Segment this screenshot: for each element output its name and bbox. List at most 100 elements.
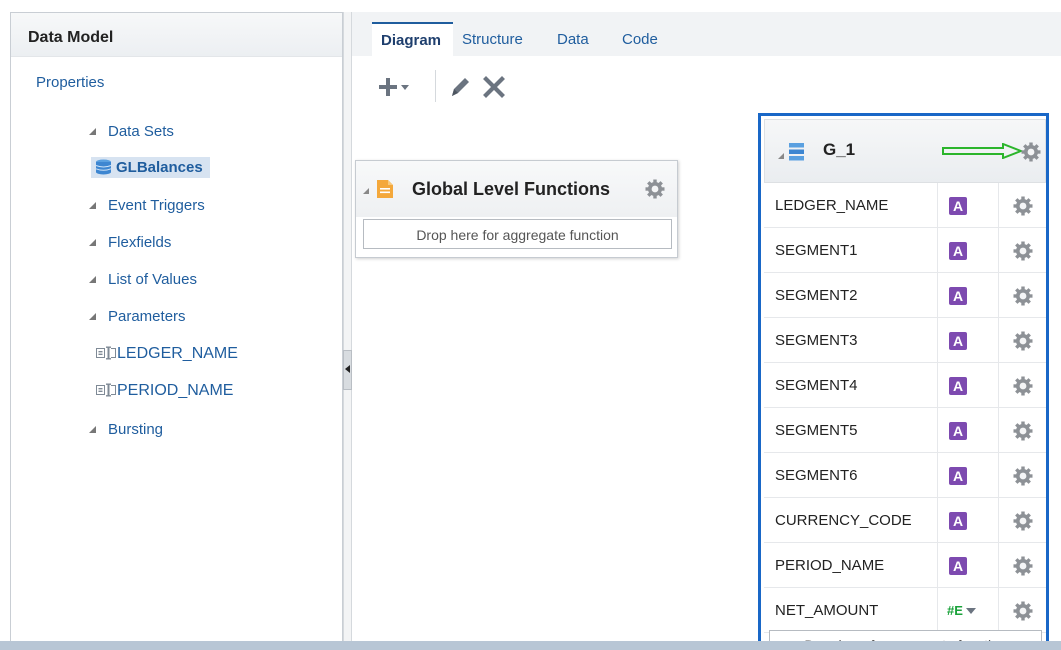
table-row[interactable]: SEGMENT3 A xyxy=(764,318,1046,363)
gear-icon[interactable] xyxy=(1013,421,1033,441)
tree-item-label: PERIOD_NAME xyxy=(117,382,234,399)
tab-diagram[interactable]: Diagram xyxy=(372,22,454,56)
group-title: G_1 xyxy=(823,140,856,159)
tree-item-parameters[interactable]: Parameters xyxy=(89,308,186,325)
gear-icon[interactable] xyxy=(1021,142,1041,162)
type-icon[interactable]: A xyxy=(949,242,967,260)
tree-item-label: Data Sets xyxy=(108,123,174,140)
parameter-icon xyxy=(96,346,116,360)
table-row[interactable]: CURRENCY_CODE A xyxy=(764,498,1046,543)
cell-divider xyxy=(998,273,999,318)
gear-icon[interactable] xyxy=(1013,601,1033,621)
expand-triangle-icon[interactable] xyxy=(89,128,96,135)
expand-triangle-icon[interactable] xyxy=(89,313,96,320)
gear-icon[interactable] xyxy=(1013,511,1033,531)
tree-item-glbalances[interactable]: GLBalances xyxy=(91,157,210,178)
table-row[interactable]: NET_AMOUNT #E xyxy=(764,588,1046,633)
tree-item-param-period-name[interactable]: PERIOD_NAME xyxy=(96,382,233,400)
number-type-dropdown[interactable]: #E xyxy=(947,603,976,621)
type-icon[interactable]: A xyxy=(949,287,967,305)
type-icon[interactable]: A xyxy=(949,422,967,440)
tab-bar: Diagram Structure Data Code xyxy=(352,12,1061,56)
group-icon xyxy=(789,143,804,161)
expand-triangle-icon[interactable] xyxy=(778,153,784,159)
tree-item-param-ledger-name[interactable]: LEDGER_NAME xyxy=(96,345,238,363)
cell-divider xyxy=(937,543,938,588)
tab-code[interactable]: Code xyxy=(622,22,658,56)
table-row[interactable]: SEGMENT5 A xyxy=(764,408,1046,453)
group-g1-box[interactable]: G_1 LEDGER_NAME A SEGMENT1 A SEGMENT2 A xyxy=(758,113,1049,650)
cell-divider xyxy=(937,273,938,318)
tree-item-data-sets[interactable]: Data Sets xyxy=(89,123,174,140)
tree-item-label: GLBalances xyxy=(116,159,203,176)
table-row[interactable]: LEDGER_NAME A xyxy=(764,183,1046,228)
gear-icon[interactable] xyxy=(1013,376,1033,396)
type-icon[interactable]: A xyxy=(949,557,967,575)
column-name: LEDGER_NAME xyxy=(775,197,889,214)
properties-link[interactable]: Properties xyxy=(36,74,104,91)
tree-item-event-triggers[interactable]: Event Triggers xyxy=(89,197,205,214)
expand-triangle-icon[interactable] xyxy=(363,188,369,194)
collapse-panel-handle[interactable] xyxy=(343,350,352,390)
tab-structure[interactable]: Structure xyxy=(462,22,523,56)
cell-divider xyxy=(998,543,999,588)
table-row[interactable]: PERIOD_NAME A xyxy=(764,543,1046,588)
expand-triangle-icon[interactable] xyxy=(89,202,96,209)
global-level-functions-box[interactable]: Global Level Functions Drop here for agg… xyxy=(355,160,678,258)
expand-triangle-icon[interactable] xyxy=(89,276,96,283)
gear-icon[interactable] xyxy=(1013,286,1033,306)
column-name: CURRENCY_CODE xyxy=(775,512,912,529)
type-icon[interactable]: A xyxy=(949,512,967,530)
pencil-icon xyxy=(452,78,469,96)
bottom-band xyxy=(0,641,1061,650)
green-arrow-icon xyxy=(942,143,1023,159)
type-icon[interactable]: A xyxy=(949,197,967,215)
expand-triangle-icon[interactable] xyxy=(89,426,96,433)
gear-icon[interactable] xyxy=(1013,556,1033,576)
cell-divider xyxy=(998,363,999,408)
panel-title: Data Model xyxy=(11,13,342,57)
document-icon xyxy=(377,180,393,198)
cell-divider xyxy=(937,498,938,543)
chevron-down-icon xyxy=(965,608,976,614)
tree-item-label: List of Values xyxy=(108,271,197,288)
database-icon xyxy=(95,159,112,175)
tree-item-bursting[interactable]: Bursting xyxy=(89,421,163,438)
cell-divider xyxy=(937,318,938,363)
gear-icon[interactable] xyxy=(1013,241,1033,261)
edit-button[interactable] xyxy=(448,74,472,100)
table-row[interactable]: SEGMENT6 A xyxy=(764,453,1046,498)
data-model-panel: Data Model xyxy=(10,12,343,648)
cell-divider xyxy=(998,183,999,228)
cell-divider xyxy=(937,228,938,273)
gear-icon[interactable] xyxy=(1013,466,1033,486)
type-icon: #E xyxy=(947,603,963,618)
table-row[interactable]: SEGMENT1 A xyxy=(764,228,1046,273)
expand-triangle-icon[interactable] xyxy=(89,239,96,246)
delete-button[interactable] xyxy=(482,75,506,99)
collapse-left-icon xyxy=(345,365,350,373)
tree-item-flexfields[interactable]: Flexfields xyxy=(89,234,171,251)
panel-splitter[interactable] xyxy=(343,12,352,650)
gear-icon[interactable] xyxy=(645,179,665,199)
type-icon[interactable]: A xyxy=(949,467,967,485)
column-name: NET_AMOUNT xyxy=(775,602,879,619)
cell-divider xyxy=(937,183,938,228)
type-icon[interactable]: A xyxy=(949,332,967,350)
table-row[interactable]: SEGMENT4 A xyxy=(764,363,1046,408)
column-name: PERIOD_NAME xyxy=(775,557,885,574)
column-name: SEGMENT4 xyxy=(775,377,858,394)
tree-item-label: Flexfields xyxy=(108,234,172,251)
tab-data[interactable]: Data xyxy=(557,22,589,56)
tree-item-list-of-values[interactable]: List of Values xyxy=(89,271,197,288)
gear-icon[interactable] xyxy=(1013,196,1033,216)
parameter-icon xyxy=(96,383,116,397)
gear-icon[interactable] xyxy=(1013,331,1033,351)
table-row[interactable]: SEGMENT2 A xyxy=(764,273,1046,318)
aggregate-drop-zone[interactable]: Drop here for aggregate function xyxy=(363,219,672,249)
type-icon[interactable]: A xyxy=(949,377,967,395)
app-window: Data Model Properties Data Sets GLBalanc… xyxy=(0,0,1061,650)
add-dropdown-button[interactable] xyxy=(376,72,414,102)
cell-divider xyxy=(998,318,999,363)
column-name: SEGMENT6 xyxy=(775,467,858,484)
